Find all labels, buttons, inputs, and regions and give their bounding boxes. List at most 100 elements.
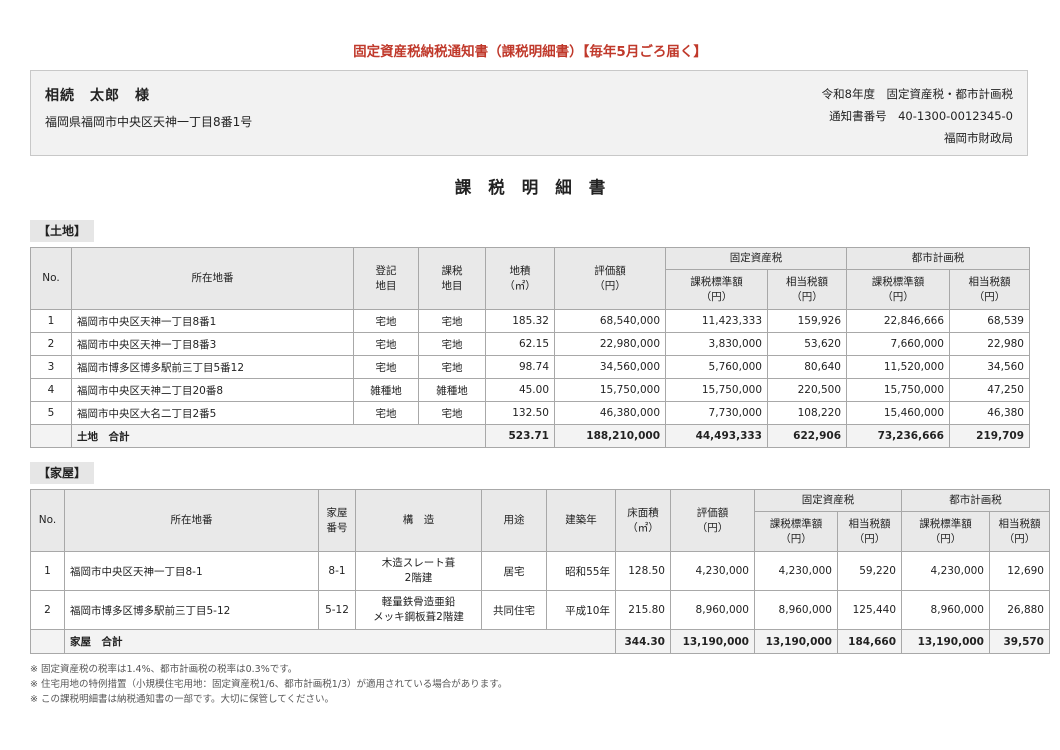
table-cell: 宅地 (418, 401, 486, 425)
house-total-city-tax: 39,570 (989, 629, 1050, 654)
table-cell: 12,690 (989, 551, 1050, 591)
house-table: No. 所在地番 家屋 番号 構 造 用途 建築年 床面積 （㎡） 評価額 （円） 固… (30, 489, 1050, 654)
table-cell: 15,750,000 (665, 378, 768, 402)
col-fixed-tax: 相当税額 （円） (767, 269, 847, 310)
table-cell: 福岡市博多区博多駅前三丁目5-12 (64, 590, 319, 630)
table-cell: 220,500 (767, 378, 847, 402)
table-cell: 5-12 (318, 590, 356, 630)
table-cell: 47,250 (949, 378, 1030, 402)
table-row: 1 福岡市中央区天神一丁目8-1 8-1 木造スレート葺 2階建 居宅 昭和55年 128.5… (30, 551, 1050, 591)
taxpayer-address: 福岡県福岡市中央区天神一丁目8番1号 (45, 115, 253, 129)
structure-cell: 軽量鉄骨造亜鉛 メッキ鋼板葺2階建 (355, 590, 482, 630)
table-cell: 26,880 (989, 590, 1050, 630)
table-cell: 宅地 (418, 332, 486, 356)
table-row: 3 福岡市博多区博多駅前三丁目5番12 宅地 宅地 98.74 34,560,000 5,7… (30, 355, 1030, 379)
house-total-label: 家屋 合計 (64, 629, 616, 654)
table-cell: 128.50 (615, 551, 671, 591)
table-cell: 46,380 (949, 401, 1030, 425)
table-cell: 68,539 (949, 309, 1030, 333)
table-cell: 59,220 (837, 551, 902, 591)
tax-year-line: 令和8年度 固定資産税・都市計画税 (821, 87, 1013, 101)
table-cell: 4,230,000 (754, 551, 838, 591)
table-cell: 宅地 (353, 332, 419, 356)
table-cell: 62.15 (485, 332, 555, 356)
table-cell: 3 (30, 355, 72, 379)
table-cell: 22,980,000 (554, 332, 666, 356)
table-cell: 34,560 (949, 355, 1030, 379)
table-cell: 居宅 (481, 551, 547, 591)
table-cell: 15,460,000 (846, 401, 950, 425)
group-city-planning-tax: 都市計画税 (901, 489, 1050, 512)
col-city-tax: 相当税額 （円） (989, 511, 1050, 552)
table-cell: 5 (30, 401, 72, 425)
table-cell: 3,830,000 (665, 332, 768, 356)
table-cell: 159,926 (767, 309, 847, 333)
table-cell: 8,960,000 (901, 590, 990, 630)
col-built-year: 建築年 (546, 489, 616, 552)
col-assessed-value: 評価額 （円） (670, 489, 755, 552)
col-location: 所在地番 (71, 247, 354, 310)
group-fixed-asset-tax: 固定資産税 (754, 489, 902, 512)
structure-line: メッキ鋼板葺2階建 (373, 611, 464, 623)
notice-number: 通知書番号 40-1300-0012345-0 (829, 109, 1013, 123)
land-table: No. 所在地番 登記 地目 課税 地目 地積 （㎡） 評価額 （円） 固定資産税 都市… (30, 247, 1030, 448)
table-cell: 11,423,333 (665, 309, 768, 333)
table-cell: 宅地 (353, 309, 419, 333)
col-house-number: 家屋 番号 (318, 489, 356, 552)
table-cell: 22,846,666 (846, 309, 950, 333)
col-floor-area: 床面積 （㎡） (615, 489, 671, 552)
table-cell: 福岡市中央区天神一丁目8番1 (71, 309, 354, 333)
footnotes: ※ 固定資産税の税率は1.4%、都市計画税の税率は0.3%です。 ※ 住宅用地の… (30, 662, 507, 707)
table-cell: 4 (30, 378, 72, 402)
house-total-row: 家屋 合計 344.30 13,190,000 13,190,000 184,6… (30, 629, 1050, 654)
land-total-area: 523.71 (485, 424, 555, 448)
table-row: 4 福岡市中央区天神二丁目20番8 雑種地 雑種地 45.00 15,750,000 15,… (30, 378, 1030, 402)
table-cell: 125,440 (837, 590, 902, 630)
footnote: ※ 住宅用地の特例措置（小規模住宅用地：固定資産税1/6、都市計画税1/3）が適… (30, 679, 508, 690)
table-cell: 宅地 (353, 355, 419, 379)
table-cell: 昭和55年 (546, 551, 616, 591)
table-cell: 15,750,000 (846, 378, 950, 402)
table-cell: 46,380,000 (554, 401, 666, 425)
table-row: 5 福岡市中央区大名二丁目2番5 宅地 宅地 132.50 46,380,000 7,730… (30, 401, 1030, 425)
table-cell: 2 (30, 332, 72, 356)
table-cell: 68,540,000 (554, 309, 666, 333)
table-cell: 福岡市中央区天神二丁目20番8 (71, 378, 354, 402)
col-city-standard: 課税標準額 （円） (901, 511, 990, 552)
issuing-office: 福岡市財政局 (944, 131, 1013, 145)
table-cell: 4,230,000 (901, 551, 990, 591)
col-city-tax: 相当税額 （円） (949, 269, 1030, 310)
land-section-label: 【土地】 (30, 220, 95, 242)
table-cell: 108,220 (767, 401, 847, 425)
table-cell: 132.50 (485, 401, 555, 425)
land-total-fixed-tax: 622,906 (767, 424, 847, 448)
col-area: 地積 （㎡） (485, 247, 555, 310)
document-title: 課税明細書 (454, 178, 623, 197)
taxpayer-name: 相続 太郎 様 (45, 88, 150, 104)
table-cell: 共同住宅 (481, 590, 547, 630)
table-cell: 7,660,000 (846, 332, 950, 356)
group-city-planning-tax: 都市計画税 (846, 247, 1030, 270)
footnote: ※ この課税明細書は納税通知書の一部です。大切に保管してください。 (30, 694, 334, 705)
table-cell: 宅地 (418, 309, 486, 333)
notice-title: 固定資産税納税通知書（課税明細書）【毎年5月ごろ届く】 (353, 44, 707, 60)
table-cell: 215.80 (615, 590, 671, 630)
table-row: 1 福岡市中央区天神一丁目8番1 宅地 宅地 185.32 68,540,000 11,42… (30, 309, 1030, 333)
table-cell: 53,620 (767, 332, 847, 356)
house-total-fixed-tax: 184,660 (837, 629, 902, 654)
table-cell: 福岡市中央区天神一丁目8番3 (71, 332, 354, 356)
col-fixed-standard: 課税標準額 （円） (754, 511, 838, 552)
table-row: 2 福岡市博多区博多駅前三丁目5-12 5-12 軽量鉄骨造亜鉛 メッキ鋼板葺2階建 共同… (30, 590, 1050, 630)
table-cell: 8-1 (318, 551, 356, 591)
table-cell: 福岡市中央区天神一丁目8-1 (64, 551, 319, 591)
col-fixed-tax: 相当税額 （円） (837, 511, 902, 552)
land-total-city-tax: 219,709 (949, 424, 1030, 448)
structure-line: 2階建 (404, 572, 433, 584)
col-city-standard: 課税標準額 （円） (846, 269, 950, 310)
table-cell: 8,960,000 (670, 590, 755, 630)
table-cell: 2 (30, 590, 65, 630)
structure-cell: 木造スレート葺 2階建 (355, 551, 482, 591)
house-total-value: 13,190,000 (670, 629, 755, 654)
table-cell: 22,980 (949, 332, 1030, 356)
house-total-city-standard: 13,190,000 (901, 629, 990, 654)
